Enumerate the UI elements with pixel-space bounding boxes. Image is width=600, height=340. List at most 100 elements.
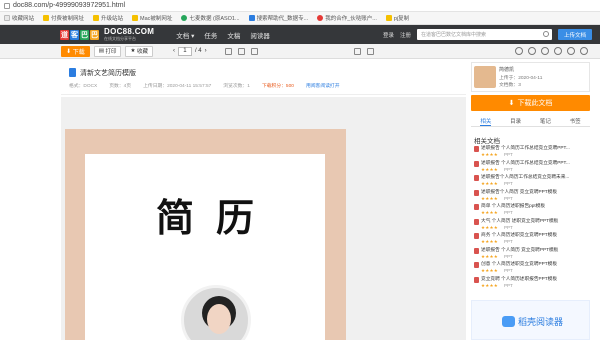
bookmark-item[interactable]: 升级站站 — [93, 14, 123, 22]
related-docs-heading: 相关文档 — [474, 138, 500, 145]
list-item[interactable]: 述职报告个人简历工作总结竞立竞聘未来... ★★★★ PPT — [474, 174, 590, 189]
login-link[interactable]: 登录 — [383, 31, 394, 39]
tab-notes[interactable]: 笔记 — [540, 115, 551, 126]
site-header: 道 客 巴 巴 DOC88.COM 在线文档分享平台 文档 ▾ 任务 文稿 阅读… — [0, 25, 600, 44]
wechat-icon[interactable] — [528, 47, 536, 55]
ppt-file-icon — [474, 160, 479, 167]
upload-button[interactable]: 上传文档 — [557, 29, 592, 40]
ppt-file-icon — [474, 204, 479, 210]
logo-char: 巴 — [90, 29, 99, 40]
list-item[interactable]: 大气 个人简历 述职竞立竞聘PPT模板 ★★★★ PPT — [474, 218, 590, 233]
ppt-file-icon — [474, 276, 479, 283]
sidebar: 简德凯 上传于：2020-04-11 文档数：3 ⬇ 下载此文档 相关 目录 笔… — [471, 62, 590, 340]
nav-reader[interactable]: 阅读器 — [250, 30, 270, 40]
weibo-icon[interactable] — [554, 47, 562, 55]
author-upload-date: 上传于：2020-04-11 — [499, 76, 543, 81]
bookmark-item[interactable]: 搜索帮助代_数据专... — [248, 14, 308, 22]
bookmark-item[interactable]: 收藏网站 — [4, 14, 34, 22]
folder-icon — [385, 15, 392, 21]
avatar[interactable] — [474, 66, 496, 88]
list-item[interactable]: 述职报告个人简历 竞立竞聘PPT模板 ★★★★ PPT — [474, 189, 590, 204]
printer-icon: ▤ — [98, 48, 106, 54]
search-placeholder: 在道客巴巴数亿文档库中搜索 — [420, 32, 486, 38]
resume-heading: 简历 — [155, 195, 276, 240]
folder-icon — [132, 15, 139, 21]
qq-icon[interactable] — [567, 47, 575, 55]
ad-text: 稻壳阅读器 — [518, 317, 564, 327]
doc-toolbar: ⬇ 下载 ▤ 打印 ★ 收藏 ‹ 1 / 4 › — [0, 44, 600, 59]
search-doc-icon[interactable] — [353, 47, 361, 55]
site-logo[interactable]: 道 客 巴 巴 DOC88.COM 在线文档分享平台 — [60, 28, 154, 41]
zoom-out-icon[interactable] — [224, 47, 232, 55]
bookmark-item[interactable]: 七麦数据 (原ASO1... — [181, 14, 240, 22]
nav-docs[interactable]: 文档 ▾ — [176, 30, 194, 40]
folder-icon — [43, 15, 50, 21]
like-icon[interactable] — [515, 47, 523, 55]
tab-related[interactable]: 相关 — [480, 115, 492, 126]
address-bar[interactable]: doc88.com/p-49999093972951.html — [0, 0, 600, 12]
page-content: 简历 — [85, 154, 325, 340]
ppt-file-icon — [474, 189, 479, 196]
url-text[interactable]: doc88.com/p-49999093972951.html — [13, 2, 125, 9]
list-item[interactable]: 创意 个人简历述职竞立竞聘PPT模板 ★★★★ PPT — [474, 261, 590, 276]
ppt-file-icon — [474, 146, 479, 152]
bookmarks-bar: 收藏网站 付费被制网址 升级站站 Mac被制网址 七麦数据 (原ASO1... … — [0, 12, 600, 25]
bookmark-item[interactable]: 付费被制网址 — [43, 14, 84, 22]
sidebar-tabs: 相关 目录 笔记 书签 — [471, 115, 590, 127]
search-icon[interactable] — [542, 31, 549, 37]
doc-pages: 页数：4页 — [109, 84, 132, 89]
ppt-file-icon — [474, 233, 479, 239]
doc-views: 浏览次数：1 — [223, 84, 250, 89]
comment-icon[interactable] — [541, 47, 549, 55]
bookmark-item[interactable]: Mac被制网址 — [132, 14, 172, 22]
toolbar-download-button[interactable]: ⬇ 下载 — [61, 45, 90, 57]
document-meta: 格式：DOCX 页数：4页 上传日期：2020-04-11 15:57:57 浏… — [69, 82, 340, 89]
page-icon — [4, 15, 10, 21]
next-page-icon[interactable]: › — [205, 48, 207, 54]
list-item[interactable]: 述职报告 个人简历 竞立竞聘PPT模板 ★★★★ PPT — [474, 247, 590, 262]
favorite-button[interactable]: ★ 收藏 — [125, 45, 153, 57]
list-item[interactable]: 竞立竞聘 个人简历述职报告PPT模板 ★★★★ PPT — [474, 276, 590, 291]
bookmark-item[interactable]: 我的合作_伙哒账户... — [317, 14, 377, 22]
main-nav: 文档 ▾ 任务 文稿 阅读器 — [176, 30, 270, 40]
page-navigator: ‹ 1 / 4 › — [173, 46, 207, 56]
zoom-in-icon[interactable] — [237, 47, 245, 55]
prev-page-icon[interactable]: ‹ — [173, 48, 175, 54]
register-link[interactable]: 注册 — [400, 31, 411, 39]
photo-face-shape — [207, 304, 231, 334]
settings-icon[interactable] — [580, 47, 588, 55]
related-docs-list: 述职报告 个人简历工作总结竞立竞聘PPT... ★★★★ PPT 述职报告 个人简历… — [474, 145, 590, 290]
search-input[interactable]: 在道客巴巴数亿文档库中搜索 — [416, 29, 552, 40]
list-item[interactable]: 简单 个人简历述职报告ppt模板 ★★★★ PPT — [474, 203, 590, 218]
share-icons — [515, 47, 588, 55]
nav-articles[interactable]: 文稿 — [227, 30, 240, 40]
reader-ad-banner[interactable]: 稻壳阅读器 — [471, 300, 590, 340]
sidebar-download-button[interactable]: ⬇ 下载此文档 — [471, 95, 590, 111]
logo-text: DOC88.COM 在线文档分享平台 — [104, 28, 154, 41]
list-item[interactable]: 述职报告 个人简历工作总结竞立竞聘PPT... ★★★★ PPT — [474, 160, 590, 175]
document-title: 清新文艺简历模版 — [80, 70, 136, 77]
nav-tasks[interactable]: 任务 — [204, 30, 217, 40]
logo-char: 巴 — [80, 29, 89, 40]
bookmark-item[interactable]: pj复制 — [385, 14, 409, 22]
tab-bookmarks[interactable]: 书签 — [570, 115, 581, 126]
tab-toc[interactable]: 目录 — [510, 115, 521, 126]
logo-tagline: 在线文档分享平台 — [104, 36, 136, 41]
author-name[interactable]: 简德凯 — [499, 66, 514, 73]
fullscreen-icon[interactable] — [250, 47, 258, 55]
list-item[interactable]: 商务 个人简历述职竞立竞聘PPT模板 ★★★★ PPT — [474, 232, 590, 247]
ppt-file-icon — [474, 247, 479, 254]
print-button[interactable]: ▤ 打印 — [93, 45, 122, 57]
fit-page-icon[interactable] — [366, 47, 374, 55]
doc-format: 格式：DOCX — [69, 84, 98, 89]
ppt-file-icon — [474, 262, 479, 268]
open-in-app-link[interactable]: 用阅客阅读打开 — [306, 82, 340, 89]
download-icon: ⬇ — [508, 100, 515, 107]
download-arrow-icon: ⬇ — [66, 48, 73, 55]
list-item[interactable]: 述职报告 个人简历工作总结竞立竞聘PPT... ★★★★ PPT — [474, 145, 590, 160]
folder-icon — [93, 15, 100, 21]
site-icon — [181, 15, 188, 21]
logo-domain: DOC88.COM — [104, 27, 155, 36]
page-number-input[interactable]: 1 — [177, 46, 192, 56]
document-info: 清新文艺简历模版 格式：DOCX 页数：4页 上传日期：2020-04-11 1… — [61, 62, 466, 95]
